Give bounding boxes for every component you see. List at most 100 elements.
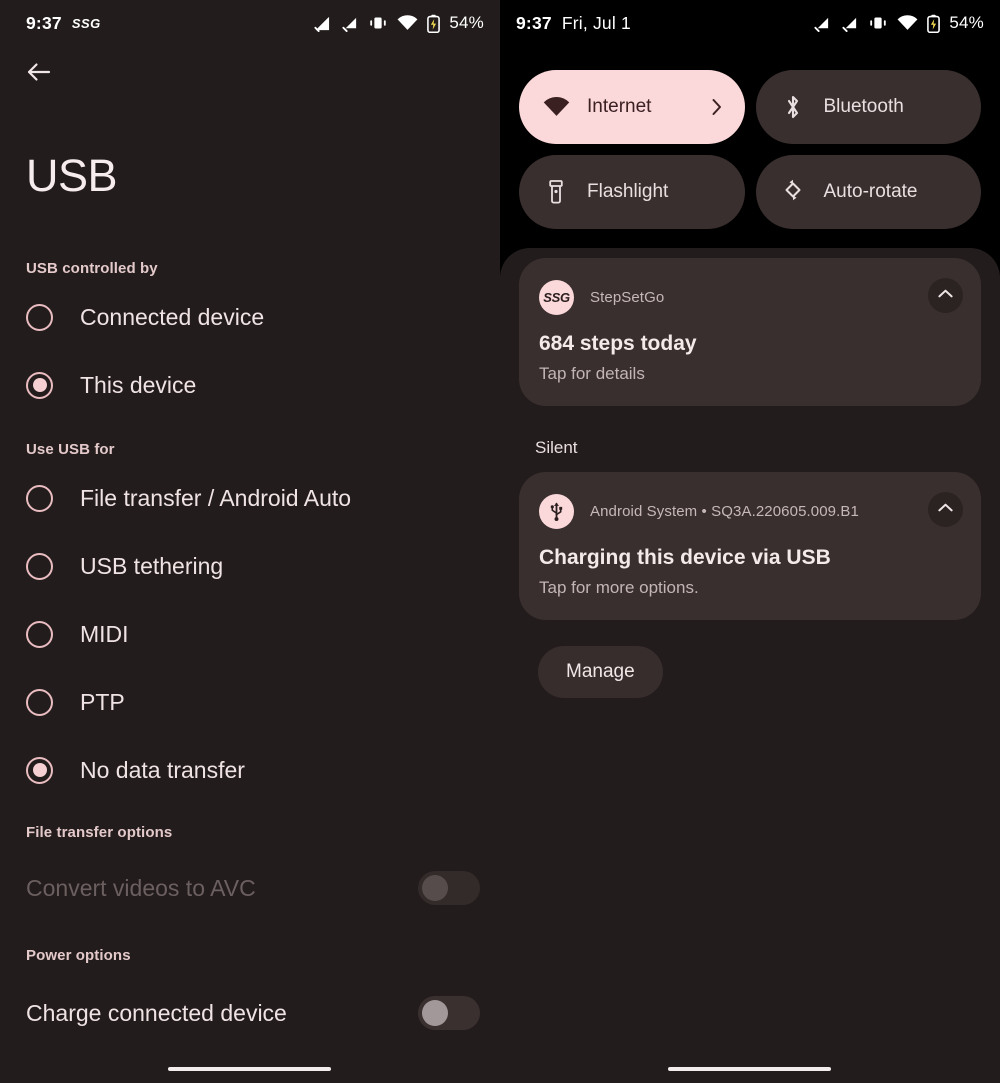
quick-settings-tiles: Internet Bluetooth Flashlight Auto-rotat… xyxy=(500,46,1000,229)
back-button[interactable] xyxy=(18,53,60,95)
status-app-badge: SSG xyxy=(71,15,101,31)
battery-charging-icon xyxy=(927,14,941,33)
status-battery-percent: 54% xyxy=(449,13,484,32)
home-indicator[interactable] xyxy=(168,1067,331,1071)
status-date: Fri, Jul 1 xyxy=(561,12,631,33)
radio-option-label: Connected device xyxy=(80,303,265,330)
setting-row-charge-connected-device[interactable]: Charge connected device xyxy=(0,976,500,1050)
toggle-knob xyxy=(422,875,448,901)
radio-button[interactable] xyxy=(26,620,53,648)
qs-tile-label: Internet xyxy=(587,96,652,117)
chevron-up-icon xyxy=(937,501,954,519)
radio-button[interactable] xyxy=(26,688,53,716)
notification-app-name: Android System • SQ3A.220605.009.B1 xyxy=(590,503,859,520)
section-label: USB controlled by xyxy=(26,260,158,277)
status-bar-right: 54% xyxy=(812,13,984,33)
toolbar xyxy=(0,46,500,102)
section-power-options: Power options Charge connected device xyxy=(0,947,500,1050)
radio-option-label: PTP xyxy=(80,688,125,715)
page-title: USB xyxy=(26,150,118,201)
chevron-right-icon[interactable] xyxy=(709,97,725,117)
radio-button-selected[interactable] xyxy=(26,371,53,399)
radio-option-ptp[interactable]: PTP xyxy=(0,668,500,736)
chevron-up-icon xyxy=(937,287,954,305)
radio-option-midi[interactable]: MIDI xyxy=(0,600,500,668)
signal-icon xyxy=(340,15,359,32)
status-battery-percent: 54% xyxy=(949,13,984,32)
usb-settings-panel: 9:37 SSG 54% USB USB controlled by Conne… xyxy=(0,0,500,1083)
section-label: File transfer options xyxy=(26,824,173,841)
arrow-back-icon xyxy=(26,61,52,88)
notification-shade-panel: 9:37 Fri, Jul 1 54% Internet Bluetooth F… xyxy=(500,0,1000,1083)
radio-button[interactable] xyxy=(26,303,53,331)
radio-group-usb-controlled-by: Connected device This device xyxy=(0,283,500,419)
home-indicator[interactable] xyxy=(668,1067,831,1071)
notification-subtitle: Tap for more options. xyxy=(539,578,699,597)
toggle-knob xyxy=(422,1000,448,1026)
usb-icon xyxy=(539,494,574,529)
wifi-icon xyxy=(897,15,918,31)
notification-stepsetgo[interactable]: SSG StepSetGo 684 steps today Tap for de… xyxy=(519,258,981,406)
radio-option-no-data-transfer[interactable]: No data transfer xyxy=(0,736,500,804)
convert-videos-toggle xyxy=(418,871,480,905)
radio-button[interactable] xyxy=(26,552,53,580)
radio-group-use-usb-for: File transfer / Android Auto USB tetheri… xyxy=(0,464,500,804)
radio-option-usb-tethering[interactable]: USB tethering xyxy=(0,532,500,600)
qs-tile-label: Auto-rotate xyxy=(823,181,918,202)
right-status-bar: 9:37 Fri, Jul 1 54% xyxy=(500,0,1000,46)
section-label: Use USB for xyxy=(26,441,115,458)
notification-header: Android System • SQ3A.220605.009.B1 xyxy=(539,494,961,529)
bluetooth-icon xyxy=(778,92,808,122)
app-avatar-icon: SSG xyxy=(539,280,574,315)
notification-collapse-button[interactable] xyxy=(928,278,963,313)
radio-option-file-transfer[interactable]: File transfer / Android Auto xyxy=(0,464,500,532)
notification-header: SSG StepSetGo xyxy=(539,280,961,315)
section-use-usb-for: Use USB for File transfer / Android Auto… xyxy=(0,441,500,804)
wifi-icon xyxy=(541,92,571,122)
radio-option-this-device[interactable]: This device xyxy=(0,351,500,419)
status-bar-left: 9:37 Fri, Jul 1 xyxy=(516,13,631,34)
notification-collapse-button[interactable] xyxy=(928,492,963,527)
signal-icon xyxy=(812,15,831,32)
wifi-icon xyxy=(397,15,418,31)
status-time: 9:37 xyxy=(26,12,62,33)
signal-icon xyxy=(312,15,331,32)
qs-tile-bluetooth[interactable]: Bluetooth xyxy=(755,70,981,144)
flashlight-icon xyxy=(541,177,571,207)
vibrate-icon xyxy=(868,15,888,31)
radio-option-label: MIDI xyxy=(80,620,129,647)
qs-tile-flashlight[interactable]: Flashlight xyxy=(519,155,745,229)
qs-tile-label: Bluetooth xyxy=(823,96,904,117)
charge-connected-device-toggle[interactable] xyxy=(418,996,480,1030)
battery-charging-icon xyxy=(427,14,441,33)
setting-label: Convert videos to AVC xyxy=(26,874,256,901)
section-file-transfer-options: File transfer options Convert videos to … xyxy=(0,824,500,925)
notification-list: SSG StepSetGo 684 steps today Tap for de… xyxy=(500,248,1000,1083)
radio-option-label: This device xyxy=(80,371,197,398)
vibrate-icon xyxy=(368,15,388,31)
notification-subtitle: Tap for details xyxy=(539,364,645,383)
signal-icon xyxy=(840,15,859,32)
notification-title: 684 steps today xyxy=(539,332,697,355)
section-usb-controlled-by: USB controlled by Connected device This … xyxy=(0,260,500,419)
section-label: Power options xyxy=(26,947,131,964)
radio-option-label: File transfer / Android Auto xyxy=(80,484,352,511)
radio-option-connected-device[interactable]: Connected device xyxy=(0,283,500,351)
radio-button-selected[interactable] xyxy=(26,756,53,784)
qs-tile-auto-rotate[interactable]: Auto-rotate xyxy=(755,155,981,229)
qs-tile-internet[interactable]: Internet xyxy=(519,70,745,144)
radio-button[interactable] xyxy=(26,484,53,512)
auto-rotate-icon xyxy=(778,177,808,207)
status-time: 9:37 xyxy=(516,12,552,33)
radio-option-label: No data transfer xyxy=(80,756,245,783)
notification-title: Charging this device via USB xyxy=(539,546,831,569)
setting-row-convert-videos-to-avc: Convert videos to AVC xyxy=(0,851,500,925)
radio-option-label: USB tethering xyxy=(80,552,224,579)
notification-android-system-usb[interactable]: Android System • SQ3A.220605.009.B1 Char… xyxy=(519,472,981,620)
qs-tile-label: Flashlight xyxy=(587,181,669,202)
left-status-bar: 9:37 SSG 54% xyxy=(0,0,500,46)
notification-group-label-silent: Silent xyxy=(535,438,578,457)
notification-app-name: StepSetGo xyxy=(590,289,665,306)
manage-notifications-button[interactable]: Manage xyxy=(538,646,663,698)
dual-pane-screenshot: 9:37 SSG 54% USB USB controlled by Conne… xyxy=(0,0,1000,1083)
